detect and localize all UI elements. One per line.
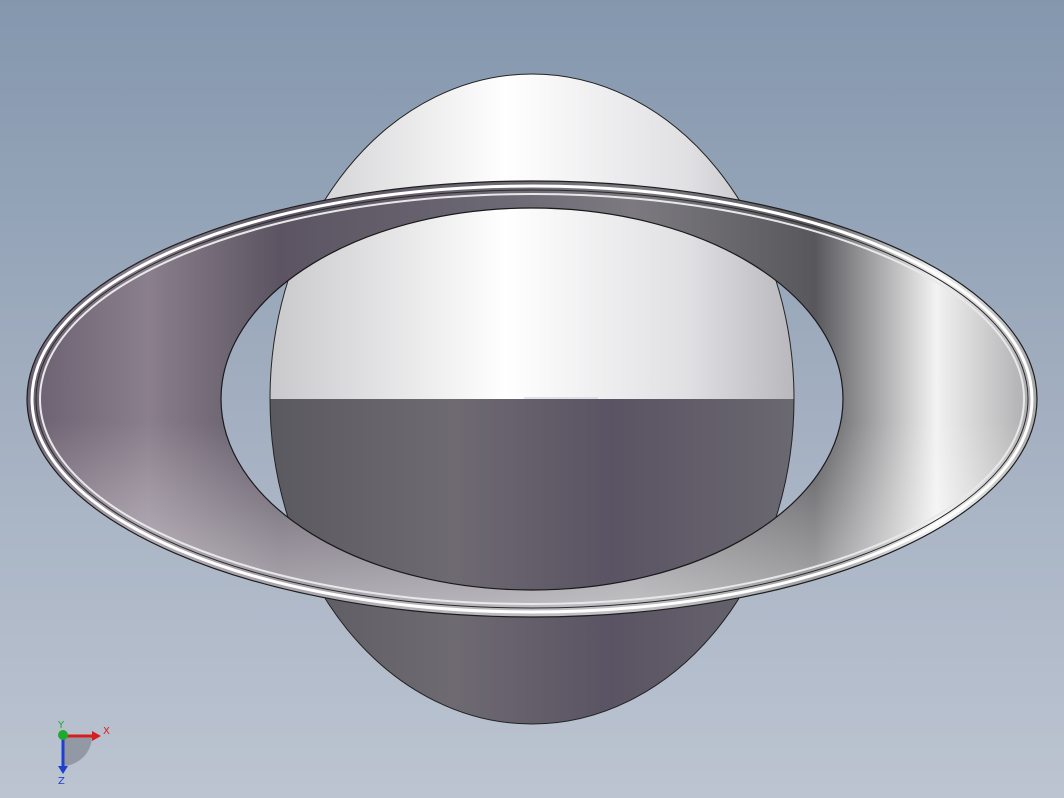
x-axis-arrow-icon: [92, 731, 101, 741]
z-axis-label: Z: [58, 776, 65, 786]
y-axis-dot-icon: [58, 730, 68, 740]
z-axis-arrow-icon: [58, 766, 68, 774]
ring-flange[interactable]: [27, 181, 1037, 617]
x-axis-label: X: [103, 726, 110, 737]
graphics-viewport[interactable]: [0, 0, 1064, 798]
coordinate-triad: X Y Z: [57, 720, 110, 786]
y-axis-label: Y: [57, 720, 65, 731]
